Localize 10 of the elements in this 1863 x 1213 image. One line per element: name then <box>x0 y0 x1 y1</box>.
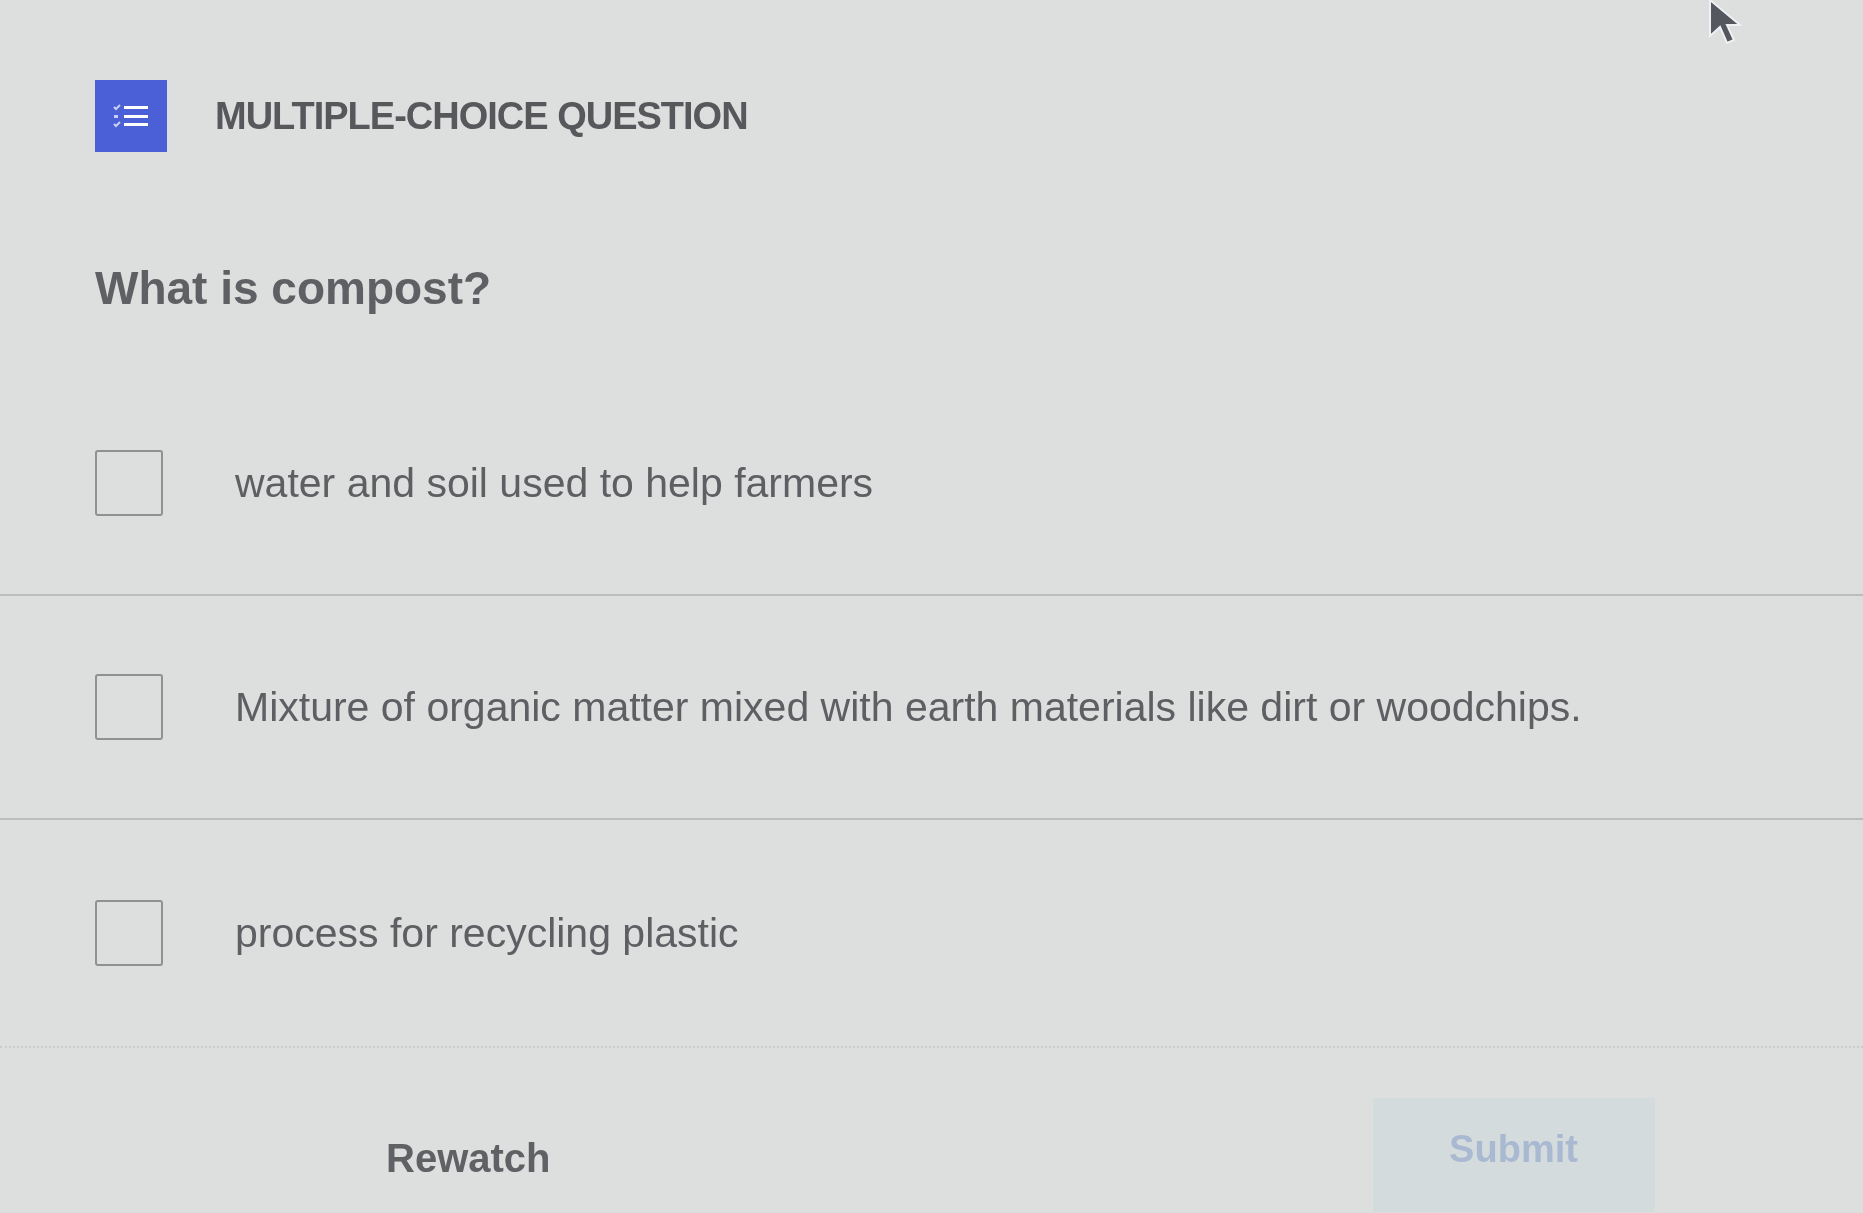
answer-option-text[interactable]: process for recycling plastic <box>235 909 739 957</box>
question-type-title: MULTIPLE-CHOICE QUESTION <box>215 97 748 135</box>
question-text: What is compost? <box>95 262 492 314</box>
answer-checkbox[interactable] <box>95 674 163 740</box>
answer-checkbox[interactable] <box>95 900 163 966</box>
answer-checkbox[interactable] <box>95 450 163 516</box>
answer-option-text[interactable]: Mixture of organic matter mixed with earth materials like dirt or woodchips. <box>235 683 1582 731</box>
answer-option-text[interactable]: water and soil used to help farmers <box>235 459 874 507</box>
checklist-icon <box>95 80 167 152</box>
rewatch-button[interactable]: Rewatch <box>386 1134 551 1182</box>
